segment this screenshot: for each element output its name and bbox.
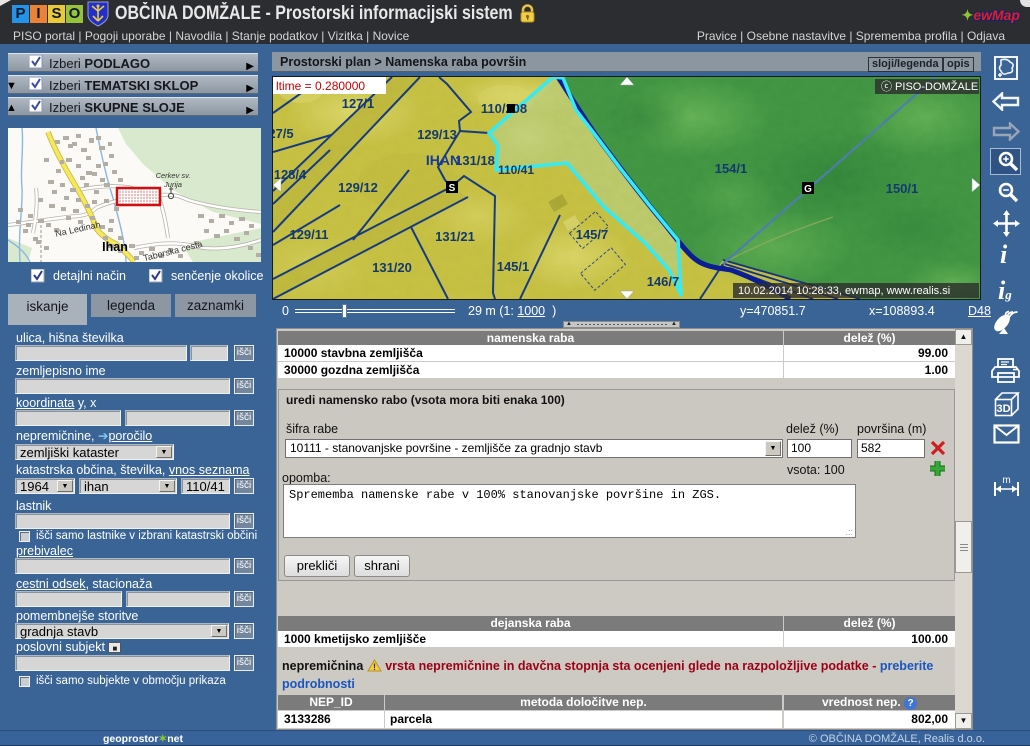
svg-text:131/20: 131/20 [372,260,412,275]
svg-text:146/7: 146/7 [647,274,680,289]
svg-text:m: m [1002,475,1010,486]
svg-text:S: S [449,183,456,194]
svg-text:Cerkev sv.: Cerkev sv. [156,171,191,180]
svg-text:10.02.2014 10:28:33, ewmap, ww: 10.02.2014 10:28:33, ewmap, www.realis.s… [738,285,950,297]
svg-text:IHAN: IHAN [426,152,460,168]
svg-text:129/12: 129/12 [338,180,378,195]
svg-text:145/1: 145/1 [497,259,530,274]
svg-text:Jurija: Jurija [163,180,182,189]
svg-text:129/13: 129/13 [417,127,457,142]
svg-text:ⓒ PISO-DOMŽALE: ⓒ PISO-DOMŽALE [881,80,978,93]
svg-text:154/1: 154/1 [715,161,748,176]
svg-text:110/208: 110/208 [481,101,527,116]
svg-text:!: ! [373,662,376,672]
svg-text:150/1: 150/1 [886,181,919,196]
svg-text:131/18: 131/18 [455,153,495,168]
svg-text:145/7: 145/7 [576,227,609,242]
svg-text:129/11: 129/11 [289,227,328,242]
svg-text:131/21: 131/21 [435,229,475,244]
svg-text:127/1: 127/1 [342,96,375,111]
svg-text:27/5: 27/5 [272,126,294,141]
svg-text:Ihan: Ihan [102,240,128,254]
svg-text:ltime = 0.280000: ltime = 0.280000 [276,79,365,93]
svg-text:110/41: 110/41 [498,163,534,177]
svg-text:3D: 3D [996,403,1010,415]
svg-text:G: G [804,184,812,195]
